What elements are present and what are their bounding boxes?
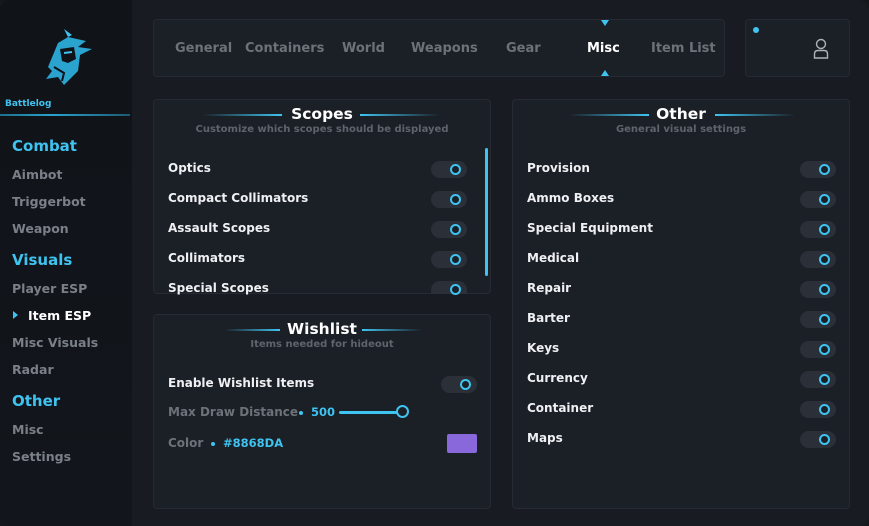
other-toggle-medical[interactable]	[800, 251, 836, 268]
max-draw-distance-slider-track[interactable]	[339, 411, 401, 414]
other-label-maps: Maps	[527, 431, 563, 445]
other-label-special-equipment: Special Equipment	[527, 221, 653, 235]
max-draw-distance-slider-knob[interactable]	[396, 405, 409, 418]
other-label-repair: Repair	[527, 281, 572, 295]
sidebar-section-other: Other	[12, 392, 61, 410]
other-label-keys: Keys	[527, 341, 560, 355]
scope-toggle-collimators[interactable]	[431, 251, 467, 268]
sidebar-item-weapon[interactable]: Weapon	[12, 221, 69, 236]
tab-weapons[interactable]: Weapons	[411, 41, 478, 56]
tab-misc[interactable]: Misc	[587, 41, 620, 56]
active-tab-bottom-marker-icon	[601, 70, 609, 76]
scope-label-special-scopes: Special Scopes	[168, 281, 269, 295]
tab-general[interactable]: General	[175, 41, 232, 56]
wishlist-panel: Wishlist Items needed for hideout Enable…	[153, 314, 491, 509]
value-dot-icon	[299, 411, 303, 415]
color-hex-value: #8868DA	[223, 436, 284, 450]
title-decor-right	[360, 114, 440, 116]
tab-gear[interactable]: Gear	[506, 41, 541, 56]
sidebar-item-misc-visuals[interactable]: Misc Visuals	[12, 335, 98, 350]
app-window: Battlelog Combat Aimbot Triggerbot Weapo…	[0, 0, 869, 526]
scope-toggle-optics[interactable]	[431, 161, 467, 178]
title-decor-right	[362, 329, 422, 331]
max-draw-distance-value: 500	[311, 405, 336, 419]
wishlist-enable-toggle[interactable]	[441, 376, 477, 393]
other-subtitle: General visual settings	[615, 124, 747, 135]
other-toggle-special-equipment[interactable]	[800, 221, 836, 238]
scope-label-assault-scopes: Assault Scopes	[168, 221, 271, 235]
brand-name: Battlelog	[5, 99, 52, 109]
scope-toggle-compact-collimators[interactable]	[431, 191, 467, 208]
other-toggle-barter[interactable]	[800, 311, 836, 328]
scope-toggle-assault-scopes[interactable]	[431, 221, 467, 238]
color-label: Color	[168, 436, 204, 450]
wishlist-subtitle: Items needed for hideout	[250, 339, 394, 350]
sidebar-item-triggerbot[interactable]: Triggerbot	[12, 194, 86, 209]
max-draw-distance-label: Max Draw Distance	[168, 405, 299, 419]
other-label-container: Container	[527, 401, 594, 415]
tab-containers[interactable]: Containers	[245, 41, 324, 56]
sidebar: Battlelog Combat Aimbot Triggerbot Weapo…	[0, 0, 132, 526]
sidebar-section-combat: Combat	[12, 137, 77, 155]
color-swatch[interactable]	[447, 434, 477, 453]
other-toggle-ammo-boxes[interactable]	[800, 191, 836, 208]
sidebar-item-item-esp[interactable]: Item ESP	[28, 308, 91, 323]
other-title: Other	[656, 105, 706, 123]
sidebar-item-aimbot[interactable]: Aimbot	[12, 167, 63, 182]
other-label-currency: Currency	[527, 371, 588, 385]
brand-divider	[0, 114, 130, 116]
value-dot-icon	[211, 442, 215, 446]
other-label-medical: Medical	[527, 251, 580, 265]
scope-label-compact-collimators: Compact Collimators	[168, 191, 309, 205]
sidebar-item-radar[interactable]: Radar	[12, 362, 54, 377]
other-toggle-repair[interactable]	[800, 281, 836, 298]
scopes-subtitle: Customize which scopes should be display…	[195, 124, 449, 135]
other-toggle-maps[interactable]	[800, 431, 836, 448]
scope-toggle-special-scopes[interactable]	[431, 281, 467, 295]
other-label-provision: Provision	[527, 161, 590, 175]
other-label-barter: Barter	[527, 311, 570, 325]
knight-helmet-logo	[46, 29, 92, 85]
other-toggle-provision[interactable]	[800, 161, 836, 178]
other-label-ammo-boxes: Ammo Boxes	[527, 191, 615, 205]
tab-item-list[interactable]: Item List	[651, 41, 716, 56]
wishlist-enable-label: Enable Wishlist Items	[168, 376, 315, 390]
tab-world[interactable]: World	[342, 41, 385, 56]
scopes-scrollbar[interactable]	[485, 148, 488, 276]
status-dot	[753, 27, 759, 33]
tab-bar: General Containers World Weapons Gear Mi…	[153, 19, 725, 77]
other-panel: Other General visual settings Provision …	[512, 99, 850, 509]
user-panel	[745, 19, 850, 77]
scope-label-optics: Optics	[168, 161, 211, 175]
other-toggle-container[interactable]	[800, 401, 836, 418]
title-decor-right	[715, 114, 795, 116]
user-icon[interactable]	[813, 38, 829, 60]
sidebar-section-visuals: Visuals	[12, 251, 73, 269]
wishlist-title: Wishlist	[287, 320, 357, 338]
active-arrow-icon	[13, 311, 18, 319]
scope-label-collimators: Collimators	[168, 251, 246, 265]
sidebar-item-misc[interactable]: Misc	[12, 422, 44, 437]
other-toggle-keys[interactable]	[800, 341, 836, 358]
sidebar-item-settings[interactable]: Settings	[12, 449, 71, 464]
active-tab-top-marker-icon	[601, 20, 609, 26]
scopes-panel: Scopes Customize which scopes should be …	[153, 99, 491, 295]
other-toggle-currency[interactable]	[800, 371, 836, 388]
sidebar-item-player-esp[interactable]: Player ESP	[12, 281, 87, 296]
